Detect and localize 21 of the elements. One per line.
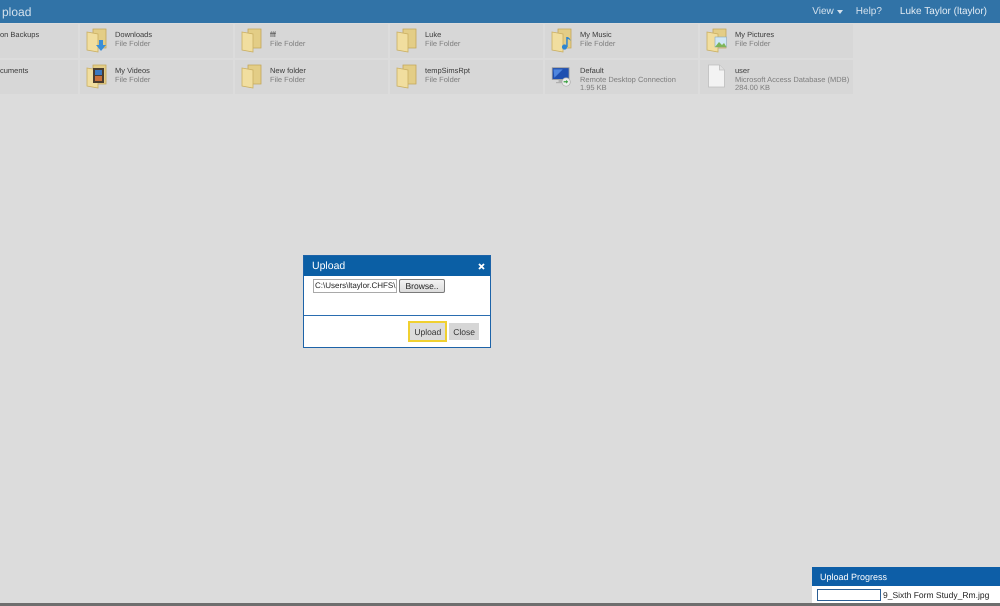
- folder-icon: [241, 28, 262, 53]
- page-title: pload: [1, 4, 32, 18]
- menu-link[interactable]: Help?: [856, 6, 882, 17]
- close-icon[interactable]: [478, 262, 485, 270]
- download-folder-icon: [86, 28, 107, 53]
- browse-button[interactable]: Browse..: [399, 279, 445, 293]
- music-folder-icon: [551, 28, 572, 53]
- picture-folder-icon: [706, 28, 727, 53]
- folder-icon: [396, 28, 417, 53]
- folder-icon: [396, 64, 417, 89]
- dialog-button[interactable]: Close: [449, 323, 479, 340]
- document-icon: [706, 64, 727, 89]
- upload-file-name: 9_Sixth Form Study_Rm.jpg: [883, 590, 990, 600]
- video-folder-icon: [86, 64, 107, 89]
- folder-icon: [241, 64, 262, 89]
- dialog-title: Upload: [312, 260, 346, 272]
- user-menu[interactable]: Luke Taylor (ltaylor): [900, 6, 987, 17]
- panel-title: Upload Progress: [820, 572, 888, 582]
- menu-link[interactable]: View: [812, 6, 843, 17]
- file-path-field[interactable]: C:\Users\ltaylor.CHFS\: [313, 279, 398, 293]
- dialog-button[interactable]: Upload: [408, 321, 448, 342]
